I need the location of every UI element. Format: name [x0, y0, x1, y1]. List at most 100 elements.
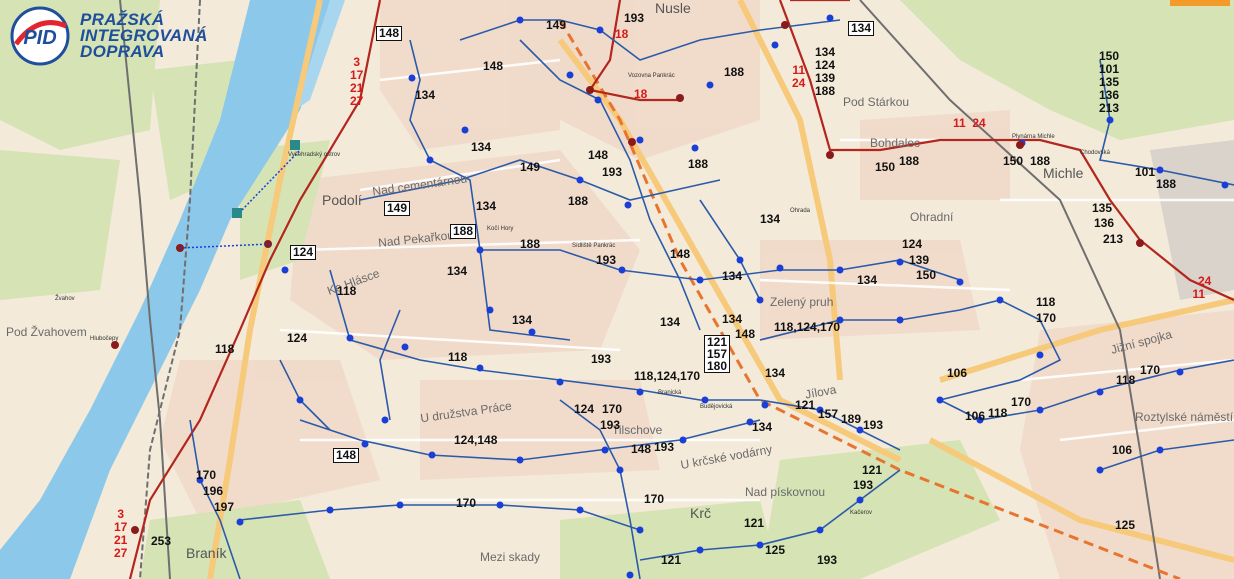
route-label[interactable]: 170 — [196, 469, 216, 482]
route-label[interactable]: 149 — [384, 201, 411, 216]
route-label[interactable]: 118,124,170 — [774, 321, 840, 334]
route-label[interactable]: 188 — [1156, 178, 1176, 191]
route-label[interactable]: 134 — [765, 367, 785, 380]
route-stack-right[interactable]: 150 101 135 136 213 — [1099, 50, 1119, 115]
route-label[interactable]: 170 — [1140, 364, 1160, 377]
route-label[interactable]: 170 — [1011, 396, 1031, 409]
route-label[interactable]: 118 — [337, 285, 356, 298]
route-label[interactable]: 213 — [1103, 233, 1123, 246]
stop-label[interactable]: Kačerov — [850, 510, 872, 516]
route-label[interactable]: 134 — [476, 200, 496, 213]
route-label[interactable]: 118 — [1036, 296, 1055, 309]
route-label[interactable]: 118 — [448, 351, 467, 364]
stop-label[interactable]: Vyšehradský ostrov — [288, 152, 340, 158]
route-label[interactable]: 134 — [660, 316, 680, 329]
route-label[interactable]: 188 — [724, 66, 744, 79]
route-label[interactable]: 188 — [899, 155, 919, 168]
route-label[interactable]: 148 — [333, 448, 360, 463]
route-label[interactable]: 170 — [644, 493, 664, 506]
route-label[interactable]: 125 — [1115, 519, 1135, 532]
route-label[interactable]: 148 — [376, 26, 403, 41]
route-stack-boxed[interactable]: 121 157 180 — [704, 335, 731, 373]
route-label[interactable]: 106 — [965, 410, 985, 423]
tram-stack-right-edge[interactable]: 24 11 — [1186, 275, 1211, 301]
route-label[interactable]: 134 — [722, 270, 742, 283]
stop-label[interactable]: Hlubočepy — [90, 336, 118, 342]
route-label[interactable]: 197 — [214, 501, 234, 514]
route-label[interactable]: 188 — [688, 158, 708, 171]
route-label[interactable]: 118 — [1116, 374, 1135, 387]
stop-label[interactable]: Žvahov — [55, 296, 75, 302]
stop-label[interactable]: Branická — [658, 390, 681, 396]
stop-label[interactable]: Kočí Hory — [487, 226, 513, 232]
route-label[interactable]: 134 — [512, 314, 532, 327]
route-label[interactable]: 134 — [857, 274, 877, 287]
route-label[interactable]: 148 — [631, 443, 651, 456]
route-label[interactable]: 125 — [765, 544, 785, 557]
tram-label-michle[interactable]: 11 24 — [953, 117, 986, 130]
route-label[interactable]: 193 — [853, 479, 873, 492]
route-label[interactable]: 170 — [456, 497, 476, 510]
route-stack-center[interactable]: 134 124 139 188 — [815, 46, 835, 98]
route-label[interactable]: 121 — [862, 464, 882, 477]
route-label[interactable]: 157 — [818, 408, 838, 421]
tram-stack-center-top[interactable]: 11 24 — [792, 64, 805, 90]
transit-map[interactable]: PID PRAŽSKÁ INTEGROVANÁ DOPRAVA Podolí M… — [0, 0, 1234, 579]
route-label[interactable]: 101 — [1135, 166, 1155, 179]
route-label[interactable]: 188 — [1030, 155, 1050, 168]
route-label[interactable]: 124 — [574, 403, 594, 416]
route-label[interactable]: 139 — [909, 254, 929, 267]
route-label[interactable]: 135 — [1092, 202, 1112, 215]
route-label[interactable]: 124 — [287, 332, 307, 345]
tram-label-18-vozovna[interactable]: 18 — [634, 88, 647, 101]
stop-label[interactable]: Plynárna Michle — [1012, 134, 1055, 140]
route-label[interactable]: 193 — [600, 419, 620, 432]
route-label[interactable]: 118 — [988, 407, 1007, 420]
route-label[interactable]: 134 — [471, 141, 491, 154]
route-label[interactable]: 121 — [661, 554, 681, 567]
route-label[interactable]: 148 — [588, 149, 608, 162]
route-label[interactable]: 170 — [602, 403, 622, 416]
route-label[interactable]: 188 — [568, 195, 588, 208]
route-label[interactable]: 124 — [290, 245, 317, 260]
route-label[interactable]: 150 — [1003, 155, 1023, 168]
route-label[interactable]: 134 — [752, 421, 772, 434]
route-label[interactable]: 148 — [483, 60, 503, 73]
route-label[interactable]: 106 — [1112, 444, 1132, 457]
route-label[interactable]: 118,124,170 — [634, 370, 700, 383]
tram-label-18-nusle[interactable]: 18 — [615, 28, 628, 41]
route-label[interactable]: 193 — [591, 353, 611, 366]
route-label[interactable]: 170 — [1036, 312, 1056, 325]
stop-label[interactable]: Sídliště Pankrác — [572, 243, 615, 249]
route-label[interactable]: 188 — [450, 224, 477, 239]
route-label[interactable]: 193 — [596, 254, 616, 267]
route-label[interactable]: 134 — [848, 21, 875, 36]
route-label[interactable]: 118 — [215, 343, 234, 356]
route-label[interactable]: 148 — [735, 328, 755, 341]
tram-stack-bottom-left[interactable]: 3 17 21 27 — [114, 508, 127, 560]
route-label[interactable]: 193 — [654, 441, 674, 454]
route-label[interactable]: 150 — [875, 161, 895, 174]
route-label[interactable]: 134 — [415, 89, 435, 102]
route-label[interactable]: 124,148 — [454, 434, 497, 447]
route-label[interactable]: 196 — [203, 485, 223, 498]
route-label[interactable]: 121 — [795, 399, 815, 412]
route-label[interactable]: 149 — [520, 161, 540, 174]
stop-label[interactable]: Budějovická — [700, 404, 732, 410]
route-label[interactable]: 136 — [1094, 217, 1114, 230]
route-label[interactable]: 193 — [863, 419, 883, 432]
route-label[interactable]: 106 — [947, 367, 967, 380]
tram-stack-left[interactable]: 3 17 21 27 — [350, 56, 363, 108]
route-label[interactable]: 193 — [602, 166, 622, 179]
route-label[interactable]: 193 — [624, 12, 644, 25]
route-label[interactable]: 253 — [151, 535, 171, 548]
route-label[interactable]: 188 — [520, 238, 540, 251]
stop-label[interactable]: Chodovská — [1080, 150, 1110, 156]
route-label[interactable]: 134 — [760, 213, 780, 226]
route-label[interactable]: 193 — [817, 554, 837, 567]
stop-label[interactable]: Vozovna Pankrác — [628, 73, 675, 79]
route-label[interactable]: 189 — [841, 413, 861, 426]
route-label[interactable]: 149 — [546, 19, 566, 32]
route-label[interactable]: 134 — [722, 313, 742, 326]
route-label[interactable]: 134 — [447, 265, 467, 278]
